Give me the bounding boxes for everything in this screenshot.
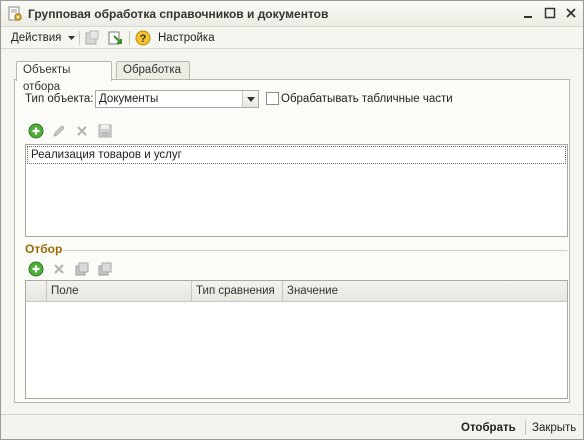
save-disabled-icon[interactable] [84,30,100,46]
svg-text:?: ? [140,33,147,45]
objects-list[interactable]: Реализация товаров и услуг [25,144,568,237]
add-icon[interactable] [28,261,44,277]
filter-table-header: Поле Тип сравнения Значение [26,281,567,302]
delete-icon[interactable] [74,123,90,139]
filter-table[interactable]: Поле Тип сравнения Значение [25,280,568,399]
column-comparison-type[interactable]: Тип сравнения [192,281,283,302]
row-marker-column [26,281,47,302]
copy-icon[interactable] [74,261,90,277]
add-icon[interactable] [28,123,44,139]
object-type-select[interactable]: Документы [95,90,259,108]
process-tabular-label: Обрабатывать табличные части [281,93,453,105]
group-divider [63,250,567,251]
dropdown-arrow-icon [67,30,75,46]
save-icon[interactable] [97,123,113,139]
tab-selection-objects[interactable]: Объекты отбора [16,61,112,93]
actions-label: Действия [11,32,62,44]
edit-icon[interactable] [51,123,67,139]
help-icon[interactable]: ? [135,30,151,46]
document-gear-icon [7,6,23,22]
close-button[interactable]: Закрыть [532,421,576,435]
window-title: Групповая обработка справочников и докум… [28,7,329,21]
footer-bar: Отобрать Закрыть [1,414,583,439]
settings-button[interactable]: Настройка [158,30,215,46]
process-tabular-checkbox[interactable] [266,92,279,105]
toolbar-separator [129,31,130,45]
chevron-down-icon[interactable] [242,91,258,107]
tab-panel: Тип объекта: Документы Обрабатывать табл… [14,79,570,403]
maximize-icon[interactable] [542,5,558,21]
filter-group-title: Отбор [25,242,63,256]
restore-settings-icon[interactable] [107,30,123,46]
column-value[interactable]: Значение [283,281,567,302]
footer-separator [525,420,526,435]
tab-processing[interactable]: Обработка [116,61,190,80]
list-item[interactable]: Реализация товаров и услуг [27,146,566,164]
column-field[interactable]: Поле [47,281,192,302]
object-type-value: Документы [99,93,159,105]
close-icon[interactable] [563,5,579,21]
dialog-window: Групповая обработка справочников и докум… [0,0,584,440]
actions-menu[interactable]: Действия [11,30,75,46]
toolbar: Действия ? Настройка [1,27,583,49]
delete-icon[interactable] [51,261,67,277]
toolbar-separator [79,31,80,45]
copy-all-icon[interactable] [97,261,113,277]
minimize-icon[interactable] [520,5,536,21]
select-button[interactable]: Отобрать [461,421,516,435]
title-bar[interactable]: Групповая обработка справочников и докум… [1,1,583,27]
